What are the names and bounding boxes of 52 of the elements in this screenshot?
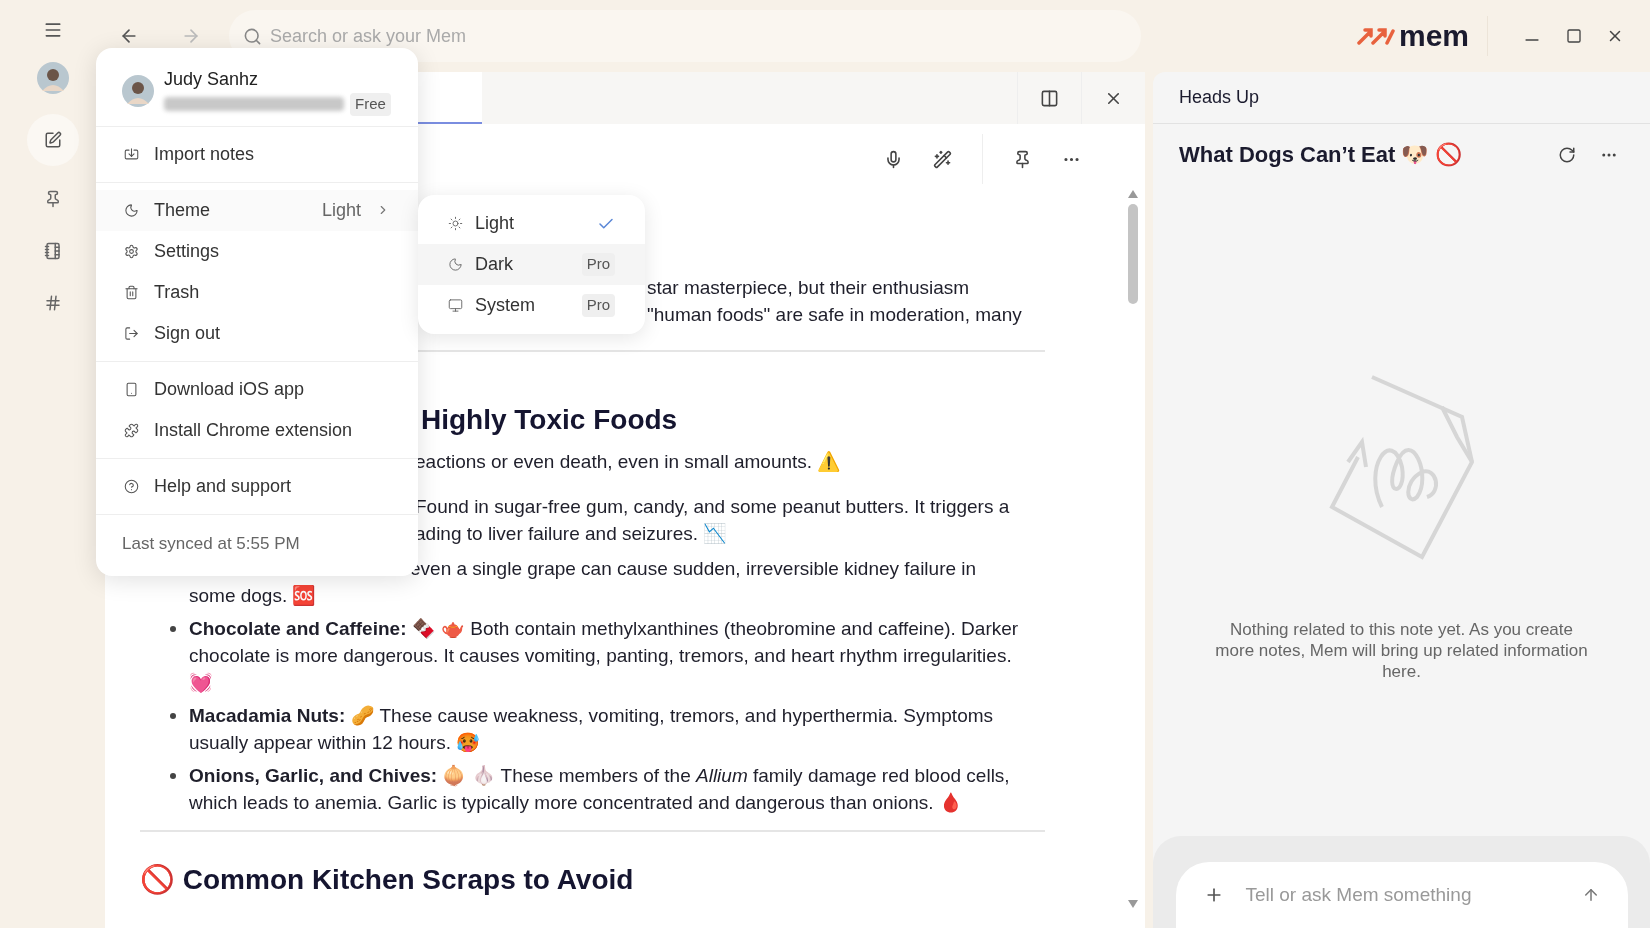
section-heading: Highly Toxic Foods — [421, 403, 678, 437]
pin-icon[interactable] — [1013, 149, 1032, 169]
notebook-icon[interactable] — [43, 242, 62, 260]
menu-item[interactable]: Download iOS app — [96, 368, 418, 410]
pro-badge: Pro — [581, 294, 615, 317]
menu-item-icon — [124, 422, 139, 438]
menu-item-icon — [124, 243, 139, 259]
panel-title: Heads Up — [1179, 86, 1260, 109]
scroll-down-icon[interactable] — [1128, 900, 1138, 908]
list-text-line: some dogs. 🆘 — [189, 584, 317, 608]
app-logo: mem — [1356, 21, 1469, 51]
menu-item-icon — [124, 381, 139, 397]
hash-icon[interactable] — [43, 294, 62, 312]
menu-item-icon — [124, 202, 139, 218]
menu-item-icon — [124, 478, 139, 494]
theme-icon — [448, 298, 463, 313]
refresh-icon[interactable] — [1558, 145, 1576, 164]
theme-option[interactable]: Light — [418, 203, 645, 244]
plan-badge: Free — [350, 93, 391, 116]
theme-option[interactable]: Dark Pro — [418, 244, 645, 285]
menu-item[interactable]: Import notes — [96, 133, 418, 175]
menu-item[interactable]: Settings — [96, 230, 418, 272]
theme-option[interactable]: System Pro — [418, 285, 645, 326]
theme-icon — [448, 216, 463, 231]
compose-icon — [43, 131, 62, 149]
split-view-icon[interactable] — [1040, 88, 1059, 108]
menu-item-icon — [124, 325, 139, 341]
search-icon — [243, 26, 262, 46]
menu-item[interactable]: Sign out — [96, 312, 418, 354]
list-item-text: Onions, Garlic, and Chives: 🧅 🧄 These members of the Allium family damage red blood cells, which leads to anemia. Garlic is typically more concentrated and dangerous than onions. 🩸 — [189, 764, 1011, 815]
menu-item[interactable]: Help and support — [96, 465, 418, 507]
user-avatar[interactable] — [122, 74, 154, 107]
maximize-icon[interactable] — [1566, 28, 1582, 44]
paragraph-line: eactions or even death, even in small amounts. ⚠ — [415, 450, 843, 474]
empty-state-text: Nothing related to this note yet. As you create more notes, Mem will bring up related information here. — [1214, 619, 1589, 682]
menu-item[interactable]: Trash — [96, 271, 418, 313]
note-title: What Dogs Can’t Eat 🐶 🚫 — [1179, 141, 1463, 169]
theme-icon — [448, 257, 463, 272]
menu-item-icon — [124, 284, 139, 300]
pro-badge: Pro — [581, 253, 615, 276]
user-name: Judy Sanhz — [164, 68, 260, 91]
scrollbar-thumb[interactable] — [1128, 204, 1138, 304]
menu-item[interactable]: Theme Light — [96, 189, 418, 231]
scroll-up-icon[interactable] — [1128, 190, 1138, 198]
magic-wand-icon[interactable] — [933, 149, 952, 169]
menu-item-icon — [124, 146, 139, 162]
section-heading: 🚫 Common Kitchen Scraps to Avoid — [140, 863, 635, 897]
profile-avatar[interactable] — [36, 62, 69, 94]
paragraph-line: "human foods" are safe in moderation, many — [647, 303, 1022, 327]
list-item-text: Chocolate and Caffeine: 🍫 🫖 Both contain methylxanthines (theobromine and caffeine). Darker chocolate is more dangerous. It causes vomiting, panting, tremors, and heart rhythm irregularities. 💓 — [189, 617, 1020, 695]
paragraph-line: star masterpiece, but their enthusiasm — [647, 276, 970, 300]
menu-item[interactable]: Install Chrome extension — [96, 409, 418, 451]
